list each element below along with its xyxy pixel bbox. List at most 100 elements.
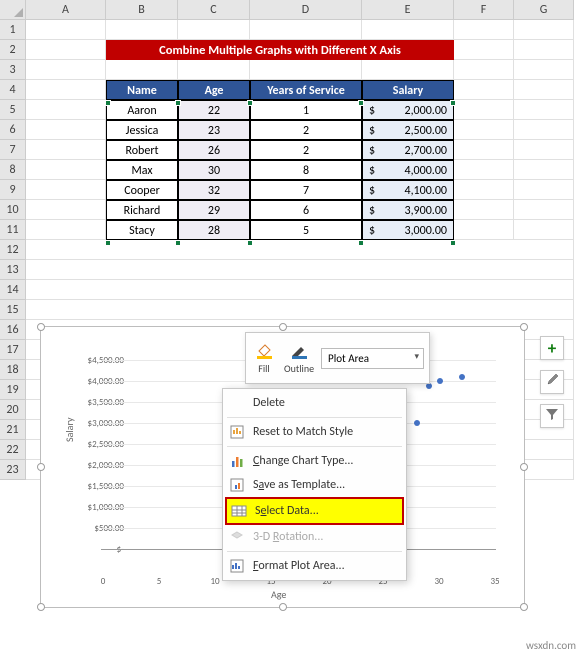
- cell[interactable]: [106, 60, 178, 80]
- cell[interactable]: [26, 140, 106, 160]
- cell[interactable]: [454, 120, 514, 140]
- cell[interactable]: [26, 300, 574, 320]
- table-cell[interactable]: 30: [178, 160, 250, 180]
- row-23[interactable]: 23: [0, 460, 26, 480]
- table-cell[interactable]: 29: [178, 200, 250, 220]
- cell[interactable]: [514, 100, 574, 120]
- table-cell[interactable]: 28: [178, 220, 250, 240]
- cell[interactable]: [26, 120, 106, 140]
- cell[interactable]: [514, 20, 574, 40]
- table-cell[interactable]: $2,500.00: [362, 120, 454, 140]
- cell[interactable]: [26, 160, 106, 180]
- col-F[interactable]: F: [454, 0, 514, 20]
- cell[interactable]: [454, 20, 514, 40]
- table-cell[interactable]: $2,700.00: [362, 140, 454, 160]
- table-cell[interactable]: 2: [250, 120, 362, 140]
- cell[interactable]: [454, 40, 514, 60]
- table-cell[interactable]: 22: [178, 100, 250, 120]
- chart-styles-button[interactable]: [540, 370, 564, 394]
- cell[interactable]: [26, 260, 574, 280]
- table-cell[interactable]: Cooper: [106, 180, 178, 200]
- col-G[interactable]: G: [514, 0, 574, 20]
- menu-delete[interactable]: Delete: [223, 391, 406, 415]
- cell[interactable]: [26, 40, 106, 60]
- cell[interactable]: [250, 60, 362, 80]
- chart-filters-button[interactable]: [540, 404, 564, 428]
- cell[interactable]: [26, 280, 574, 300]
- row-4[interactable]: 4: [0, 80, 26, 100]
- cell[interactable]: [454, 180, 514, 200]
- row-9[interactable]: 9: [0, 180, 26, 200]
- col-B[interactable]: B: [106, 0, 178, 20]
- table-cell[interactable]: 32: [178, 180, 250, 200]
- cell[interactable]: [26, 80, 106, 100]
- data-point[interactable]: [459, 374, 465, 380]
- menu-select-data[interactable]: Select Data...: [225, 497, 404, 525]
- menu-save-template[interactable]: Save as Template...: [223, 473, 406, 497]
- range-handle[interactable]: [105, 240, 111, 246]
- col-A[interactable]: A: [26, 0, 106, 20]
- cell[interactable]: [26, 220, 106, 240]
- resize-handle[interactable]: [520, 463, 528, 471]
- table-cell[interactable]: 5: [250, 220, 362, 240]
- resize-handle[interactable]: [279, 603, 287, 611]
- cell[interactable]: [454, 160, 514, 180]
- cell[interactable]: [514, 160, 574, 180]
- row-17[interactable]: 17: [0, 340, 26, 360]
- resize-handle[interactable]: [279, 323, 287, 331]
- th-service[interactable]: Years of Service: [250, 80, 362, 100]
- table-cell[interactable]: $3,900.00: [362, 200, 454, 220]
- cell[interactable]: [362, 60, 454, 80]
- table-cell[interactable]: 1: [250, 100, 362, 120]
- fill-button[interactable]: Fill: [251, 341, 277, 376]
- cell[interactable]: [362, 20, 454, 40]
- table-cell[interactable]: $4,100.00: [362, 180, 454, 200]
- range-handle[interactable]: [358, 240, 364, 246]
- table-cell[interactable]: 23: [178, 120, 250, 140]
- table-cell[interactable]: $4,000.00: [362, 160, 454, 180]
- range-handle[interactable]: [175, 100, 181, 106]
- cell[interactable]: [454, 220, 514, 240]
- table-cell[interactable]: Aaron: [106, 100, 178, 120]
- range-handle[interactable]: [247, 100, 253, 106]
- cell[interactable]: [250, 20, 362, 40]
- th-age[interactable]: Age: [178, 80, 250, 100]
- cell[interactable]: [514, 220, 574, 240]
- row-2[interactable]: 2: [0, 40, 26, 60]
- row-14[interactable]: 14: [0, 280, 26, 300]
- row-10[interactable]: 10: [0, 200, 26, 220]
- row-20[interactable]: 20: [0, 400, 26, 420]
- cell[interactable]: [454, 200, 514, 220]
- range-handle[interactable]: [247, 240, 253, 246]
- cell[interactable]: [454, 100, 514, 120]
- th-name[interactable]: Name: [106, 80, 178, 100]
- row-5[interactable]: 5: [0, 100, 26, 120]
- cell[interactable]: [514, 200, 574, 220]
- cell[interactable]: [106, 20, 178, 40]
- row-1[interactable]: 1: [0, 20, 26, 40]
- col-D[interactable]: D: [250, 0, 362, 20]
- cell[interactable]: [454, 140, 514, 160]
- cell[interactable]: [514, 120, 574, 140]
- row-19[interactable]: 19: [0, 380, 26, 400]
- cell[interactable]: [26, 180, 106, 200]
- table-cell[interactable]: 6: [250, 200, 362, 220]
- range-handle[interactable]: [358, 100, 364, 106]
- row-13[interactable]: 13: [0, 260, 26, 280]
- row-12[interactable]: 12: [0, 240, 26, 260]
- cell[interactable]: [26, 100, 106, 120]
- cell[interactable]: [514, 140, 574, 160]
- menu-reset[interactable]: Reset to Match Style: [223, 420, 406, 444]
- range-handle[interactable]: [105, 100, 111, 106]
- row-11[interactable]: 11: [0, 220, 26, 240]
- row-15[interactable]: 15: [0, 300, 26, 320]
- resize-handle[interactable]: [520, 323, 528, 331]
- select-all-corner[interactable]: [0, 0, 26, 20]
- cell[interactable]: [26, 200, 106, 220]
- range-handle[interactable]: [450, 100, 456, 106]
- resize-handle[interactable]: [37, 463, 45, 471]
- chart-elements-button[interactable]: +: [540, 336, 564, 360]
- chart-element-combo[interactable]: Plot Area: [321, 348, 424, 369]
- outline-button[interactable]: Outline: [281, 341, 317, 376]
- table-cell[interactable]: 2: [250, 140, 362, 160]
